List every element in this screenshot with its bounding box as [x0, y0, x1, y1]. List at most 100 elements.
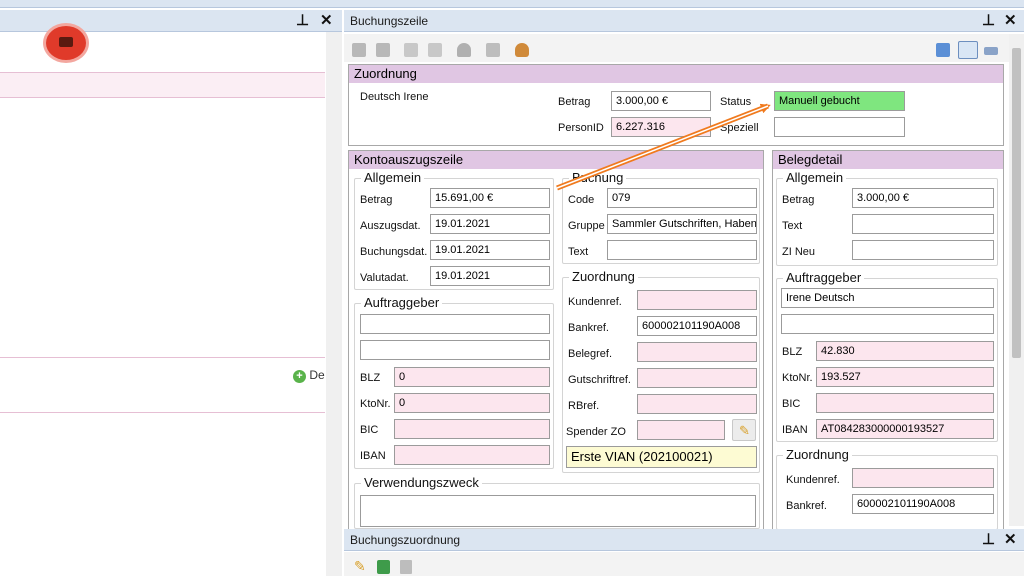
kontoauszugszeile-header: Kontoauszugszeile	[349, 151, 763, 169]
personid-field[interactable]: 6.227.316	[611, 117, 711, 137]
belegref-label: Belegref.	[568, 348, 613, 360]
layout-icon[interactable]	[984, 47, 998, 55]
buchung-title: Buchung	[569, 170, 627, 185]
zuordnung-title: Zuordnung	[569, 269, 638, 284]
belegdetail-header: Belegdetail	[773, 151, 1003, 169]
bankref-field[interactable]: 600002101190A008	[852, 494, 994, 514]
add-button[interactable]: + De	[293, 368, 325, 384]
window-top-strip	[0, 0, 1024, 8]
document-icon[interactable]	[400, 560, 412, 574]
export-icon[interactable]	[936, 43, 950, 57]
bic-field[interactable]	[394, 419, 550, 439]
belegdetail-zuordnung-title: Zuordnung	[783, 447, 852, 462]
pin-icon[interactable]: ⊥	[982, 531, 995, 549]
ktonr-label: KtoNr.	[360, 398, 391, 410]
bankref-field[interactable]: 600002101190A008	[637, 316, 757, 336]
attach-icon[interactable]	[404, 43, 418, 57]
code-label: Code	[568, 194, 595, 206]
scrollbar-thumb[interactable]	[1012, 48, 1021, 358]
auftraggeber-line1-field[interactable]: Irene Deutsch	[781, 288, 994, 308]
betrag-field[interactable]: 15.691,00 €	[430, 188, 550, 208]
kundenref-label: Kundenref.	[786, 474, 840, 486]
blz-label: BLZ	[782, 346, 803, 358]
bankref-label: Bankref.	[568, 322, 609, 334]
belegdetail-zuordnung-group: Zuordnung	[776, 447, 998, 530]
pin-icon[interactable]: ⊥	[982, 12, 995, 30]
kundenref-field[interactable]	[852, 468, 994, 488]
allgemein-title: Allgemein	[361, 170, 425, 185]
blz-label: BLZ	[360, 372, 381, 384]
monitor-icon	[59, 37, 73, 47]
valutadat-label: Valutadat.	[360, 272, 409, 284]
text-field[interactable]	[852, 214, 994, 234]
text-label: Text	[568, 246, 589, 258]
gruppe-field[interactable]: Sammler Gutschriften, Haben	[607, 214, 757, 234]
save-icon[interactable]	[352, 43, 366, 57]
verwendungszweck-field[interactable]	[360, 495, 756, 527]
belegdetail-auftraggeber-title: Auftraggeber	[783, 270, 865, 285]
left-panel-scrollbar[interactable]	[326, 32, 342, 576]
edit-spender-button[interactable]: ✎	[732, 419, 756, 441]
kundenref-label: Kundenref.	[568, 296, 622, 308]
status-field[interactable]: Manuell gebucht	[774, 91, 905, 111]
left-row-highlight	[0, 72, 325, 98]
valutadat-field[interactable]: 19.01.2021	[430, 266, 550, 286]
left-divider-1	[0, 357, 325, 358]
ktonr-field[interactable]: 193.527	[816, 367, 994, 387]
record-button[interactable]	[46, 26, 86, 60]
text-field[interactable]	[607, 240, 757, 260]
spender-label: Spender ZO	[566, 426, 626, 438]
speziell-field[interactable]	[774, 117, 905, 137]
betrag-field[interactable]: 3.000,00 €	[611, 91, 711, 111]
code-field[interactable]: 079	[607, 188, 757, 208]
verwendungszweck-title: Verwendungszweck	[361, 475, 482, 490]
detach-icon[interactable]	[428, 43, 442, 57]
betrag-label: Betrag	[782, 194, 815, 206]
pencil-icon: ✎	[739, 423, 750, 438]
text-label: Text	[782, 220, 803, 232]
close-icon[interactable]: ✕	[320, 12, 333, 30]
ktonr-label: KtoNr.	[782, 372, 813, 384]
gutschriftref-field[interactable]	[637, 368, 757, 388]
blz-field[interactable]: 42.830	[816, 341, 994, 361]
print-icon[interactable]	[486, 43, 500, 57]
rbref-label: RBref.	[568, 400, 600, 412]
buchungszuordnung-title: Buchungszuordnung	[350, 533, 461, 547]
left-divider-2	[0, 412, 325, 413]
plus-circle-icon: +	[293, 370, 306, 383]
auszugsdat-label: Auszugsdat.	[360, 220, 421, 232]
iban-label: IBAN	[782, 424, 808, 436]
auftraggeber-line2-field[interactable]	[781, 314, 994, 334]
spender-field[interactable]	[637, 420, 725, 440]
auftraggeber-line1-field[interactable]	[360, 314, 550, 334]
kundenref-field[interactable]	[637, 290, 757, 310]
blz-field[interactable]: 0	[394, 367, 550, 387]
rbref-field[interactable]	[637, 394, 757, 414]
zineu-field[interactable]	[852, 240, 994, 260]
belegdetail-allgemein-title: Allgemein	[783, 170, 847, 185]
iban-field[interactable]	[394, 445, 550, 465]
betrag-field[interactable]: 3.000,00 €	[852, 188, 994, 208]
pencil-icon[interactable]: ✎	[354, 558, 366, 575]
close-icon[interactable]: ✕	[1004, 531, 1017, 549]
close-icon[interactable]: ✕	[1004, 12, 1017, 30]
save-all-icon[interactable]	[376, 43, 390, 57]
iban-field[interactable]: AT084283000000193527	[816, 419, 994, 439]
right-panel-scrollbar[interactable]	[1009, 34, 1024, 526]
buchungszeile-title: Buchungszeile	[350, 14, 429, 28]
auszugsdat-field[interactable]: 19.01.2021	[430, 214, 550, 234]
betrag-label: Betrag	[558, 96, 591, 108]
ktonr-field[interactable]: 0	[394, 393, 550, 413]
check-icon[interactable]	[958, 41, 978, 59]
gruppe-label: Gruppe	[568, 220, 605, 232]
pin-icon[interactable]: ⊥	[296, 12, 309, 30]
belegref-field[interactable]	[637, 342, 757, 362]
iban-label: IBAN	[360, 450, 386, 462]
checklist-icon[interactable]	[377, 560, 390, 574]
buchungsdat-field[interactable]: 19.01.2021	[430, 240, 550, 260]
person-icon[interactable]	[457, 43, 471, 57]
auftraggeber-line2-field[interactable]	[360, 340, 550, 360]
bic-field[interactable]	[816, 393, 994, 413]
personid-label: PersonID	[558, 122, 604, 134]
user-link-icon[interactable]	[515, 43, 529, 57]
